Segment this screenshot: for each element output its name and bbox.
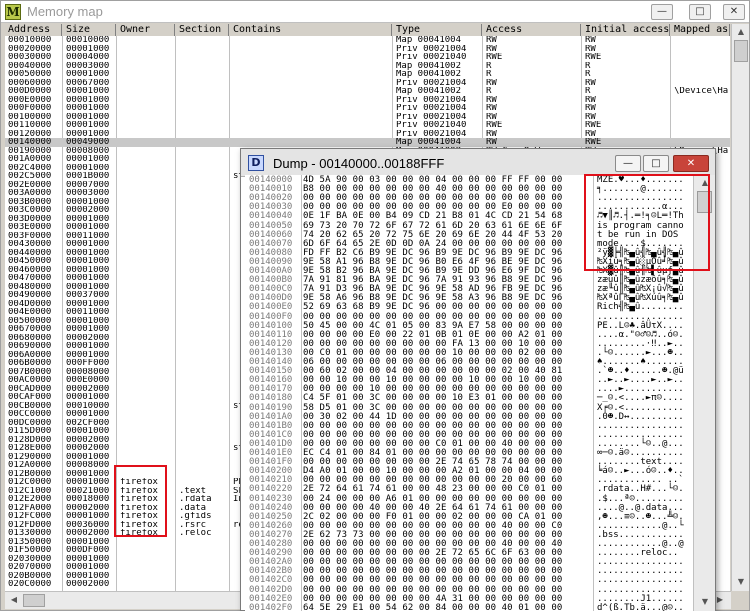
dump-titlebar[interactable]: D Dump - 00140000..00188FFF — □ ✕ — [241, 149, 715, 177]
dump-scroll-down-icon[interactable]: ▼ — [698, 595, 712, 609]
dump-scroll-up-icon[interactable]: ▲ — [698, 176, 712, 190]
column-header-access[interactable]: Access — [483, 24, 581, 36]
memory-map-minimize-icon[interactable]: — — [651, 4, 673, 20]
dump-hex-view[interactable]: 00140000 4D 5A 90 00 03 00 00 00 04 00 00… — [245, 175, 693, 611]
dump-close-icon[interactable]: ✕ — [673, 155, 709, 172]
dump-vertical-scroll-thumb[interactable] — [697, 191, 712, 213]
dump-title: Dump - 00140000..00188FFF — [273, 156, 445, 171]
column-header-address[interactable]: Address — [5, 24, 62, 36]
memory-map-column-headers: Address Size Owner Section Contains Type Acces… — [5, 24, 730, 36]
column-header-owner[interactable]: Owner — [117, 24, 175, 36]
column-header-section[interactable]: Section — [176, 24, 229, 36]
memory-map-maximize-icon[interactable]: □ — [689, 4, 711, 20]
memory-map-title: Memory map — [27, 4, 103, 19]
scroll-left-icon[interactable]: ◀ — [7, 593, 21, 607]
dump-address: 001402F0 — [249, 602, 293, 611]
column-header-size[interactable]: Size — [63, 24, 116, 36]
dump-ascii: d^(ß.Tb.ä...@☺.. — [597, 602, 684, 611]
scroll-up-icon[interactable]: ▲ — [734, 25, 748, 39]
column-header-type[interactable]: Type — [393, 24, 482, 36]
dump-maximize-icon[interactable]: □ — [643, 155, 669, 172]
scroll-down-icon[interactable]: ▼ — [734, 575, 748, 589]
cell-owner — [120, 580, 174, 589]
cell-size: 00002000 — [66, 580, 110, 589]
memory-map-close-icon[interactable]: ✕ — [723, 4, 745, 20]
dump-row[interactable]: 001402F0 64 5E 29 E1 00 54 62 00 84 00 00… — [245, 603, 693, 611]
memory-map-vertical-scrollbar[interactable]: ▲ ▼ — [731, 24, 749, 591]
memory-map-vertical-scroll-thumb[interactable] — [734, 40, 748, 62]
cell-address: 020C0000 — [8, 580, 52, 589]
dump-vertical-scrollbar[interactable]: ▲ ▼ — [693, 175, 715, 611]
column-header-mapped-as[interactable]: Mapped as — [671, 24, 730, 36]
dump-app-icon: D — [248, 155, 264, 171]
column-header-contains[interactable]: Contains — [230, 24, 392, 36]
dump-minimize-icon[interactable]: — — [615, 155, 641, 172]
dump-window: D Dump - 00140000..00188FFF — □ ✕ 001400… — [240, 148, 716, 611]
column-header-initial-access[interactable]: Initial access — [582, 24, 670, 36]
cell-section — [179, 580, 228, 589]
memory-map-horizontal-scroll-thumb[interactable] — [23, 594, 45, 607]
memory-map-app-icon: M — [5, 4, 21, 20]
dump-hex-bytes: 64 5E 29 E1 00 54 62 00 84 00 00 00 40 0… — [303, 602, 563, 611]
memory-map-titlebar[interactable]: M Memory map — □ ✕ — [1, 1, 749, 23]
